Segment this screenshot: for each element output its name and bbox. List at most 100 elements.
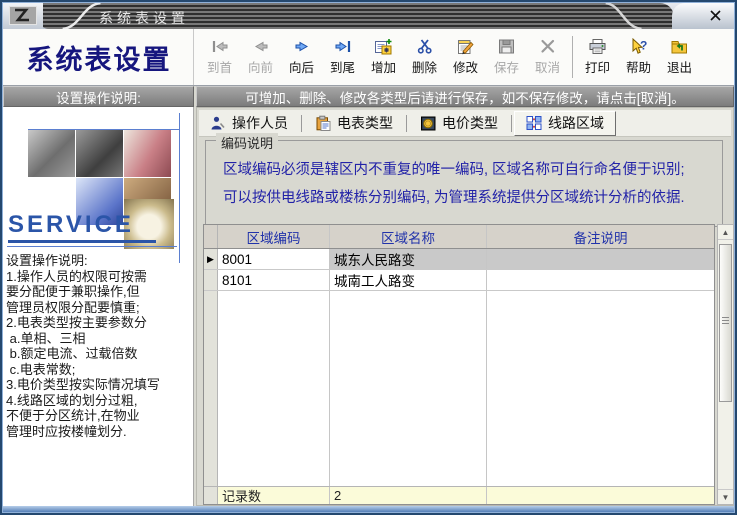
save-hint-message: 可增加、删除、修改各类型后请进行保存，如不保存修改，请点击[取消]。 — [196, 86, 734, 107]
tab-separator — [406, 115, 407, 132]
toolbar-buttons: 到首 向前 向后 到尾 — [199, 30, 700, 84]
instruction-line: b.额定电流、过载倍数 — [6, 346, 194, 362]
coding-note-line: 可以按供电线路或楼栋分别编码, 为管理系统提供分区域统计分析的依据. — [223, 186, 718, 207]
goto-first-button[interactable]: 到首 — [199, 31, 240, 83]
instruction-line: 管理员权限分配要慎重; — [6, 300, 194, 316]
instruction-line: 1.操作人员的权限可按需 — [6, 269, 194, 285]
tab-label: 电价类型 — [442, 113, 498, 133]
record-count-label: 记录数 — [218, 487, 330, 504]
tab-price-type[interactable]: 电价类型 — [409, 111, 509, 136]
coding-note-line: 区域编码必须是辖区内不重复的唯一编码, 区域名称可自行命名便于识别; — [223, 158, 718, 179]
vertical-scrollbar[interactable]: ▲ ▼ — [717, 224, 734, 505]
svg-text:?: ? — [640, 39, 647, 53]
tab-separator — [511, 115, 512, 132]
go-next-icon — [292, 38, 312, 55]
toolbar-button-label: 到首 — [207, 57, 232, 76]
table-header-row: 区域编码 区域名称 备注说明 — [204, 225, 714, 249]
go-next-button[interactable]: 向后 — [281, 31, 322, 83]
tab-label: 操作人员 — [232, 113, 288, 133]
help-icon: ? — [629, 38, 649, 55]
delete-record-icon — [415, 38, 435, 55]
table-row[interactable]: 8101 城南工人路变 — [204, 270, 714, 291]
cell-region-name[interactable]: 城南工人路变 — [330, 270, 487, 290]
service-underline — [8, 240, 156, 243]
photo-tools — [28, 130, 75, 177]
close-icon[interactable] — [709, 9, 722, 22]
groupbox-title: 编码说明 — [216, 133, 278, 152]
tab-operators[interactable]: 操作人员 — [199, 111, 299, 136]
operator-icon — [210, 115, 226, 131]
add-record-button[interactable]: 增加 — [363, 31, 404, 83]
instruction-line: 4.线路区域的划分过粗, — [6, 393, 194, 409]
row-indicator: ▶ — [204, 249, 218, 269]
scrollbar-thumb[interactable] — [719, 244, 732, 402]
edit-record-button[interactable]: 修改 — [445, 31, 486, 83]
save-button[interactable]: 保存 — [486, 31, 527, 83]
sidebar-header: 设置操作说明: — [3, 86, 194, 107]
tab-label: 电表类型 — [337, 113, 393, 133]
title-bar: 系统表设置 — [3, 3, 734, 29]
category-tabs: 操作人员 电表类型 电价类型 — [199, 110, 731, 137]
table-empty-area — [204, 291, 714, 486]
cell-region-note[interactable] — [487, 270, 714, 290]
scrollbar-grip-icon — [722, 317, 729, 325]
column-header-note[interactable]: 备注说明 — [487, 225, 714, 248]
table-footer-row: 记录数 2 — [204, 486, 714, 504]
instruction-line: 设置操作说明: — [6, 253, 194, 269]
tab-separator — [301, 115, 302, 132]
operation-instructions: 设置操作说明: 1.操作人员的权限可按需 要分配便于兼职操作,但 管理员权限分配… — [6, 253, 194, 439]
goto-first-icon — [210, 38, 230, 55]
row-indicator — [204, 270, 218, 290]
edit-record-icon — [456, 38, 476, 55]
decor-line-vertical — [179, 113, 180, 263]
add-record-icon — [374, 38, 394, 55]
current-row-arrow-icon: ▶ — [207, 255, 214, 264]
delete-record-button[interactable]: 删除 — [404, 31, 445, 83]
go-previous-icon — [251, 38, 271, 55]
titlebar-close-plate — [672, 3, 734, 29]
go-previous-button[interactable]: 向前 — [240, 31, 281, 83]
cell-region-code[interactable]: 8101 — [218, 270, 330, 290]
instruction-line: a.单相、三相 — [6, 331, 194, 347]
instruction-line: 3.电价类型按实际情况填写 — [6, 377, 194, 393]
cell-region-name[interactable]: 城东人民路变 — [330, 249, 487, 269]
print-button[interactable]: 打印 — [577, 31, 618, 83]
window-title: 系统表设置 — [99, 8, 189, 28]
meter-type-icon — [315, 115, 331, 131]
column-header-code[interactable]: 区域编码 — [218, 225, 330, 248]
instruction-line: 要分配便于兼职操作,但 — [6, 284, 194, 300]
print-icon — [588, 38, 608, 55]
exit-button[interactable]: 退出 — [659, 31, 700, 83]
scroll-down-button[interactable]: ▼ — [718, 489, 733, 504]
goto-last-button[interactable]: 到尾 — [322, 31, 363, 83]
save-icon — [497, 38, 517, 55]
main-panel: 操作人员 电表类型 电价类型 — [196, 107, 734, 506]
cancel-icon — [538, 38, 558, 55]
toolbar: 系统表设置 到首 向前 向后 — [3, 29, 734, 86]
cancel-button[interactable]: 取消 — [527, 31, 568, 83]
cell-region-code[interactable]: 8001 — [218, 249, 330, 269]
sidebar: SERVICE 设置操作说明: 1.操作人员的权限可按需 要分配便于兼职操作,但… — [3, 107, 194, 506]
decor-line-horizontal-2 — [7, 246, 177, 247]
toolbar-separator — [572, 36, 573, 78]
help-button[interactable]: ? 帮助 — [618, 31, 659, 83]
window-bottom-edge — [3, 506, 734, 512]
row-indicator-header — [204, 225, 218, 248]
line-region-icon — [526, 115, 542, 131]
region-table: 区域编码 区域名称 备注说明 ▶ 8001 城东人民路变 8101 城南工人路变 — [203, 224, 715, 505]
row-indicator-empty — [204, 291, 218, 486]
scroll-up-button[interactable]: ▲ — [718, 225, 733, 240]
tab-meter-type[interactable]: 电表类型 — [304, 111, 404, 136]
cell-region-note[interactable] — [487, 249, 714, 269]
goto-last-icon — [333, 38, 353, 55]
service-wordmark: SERVICE — [8, 211, 134, 239]
instruction-line: 2.电表类型按主要参数分 — [6, 315, 194, 331]
price-type-icon — [420, 115, 436, 131]
tab-line-region[interactable]: 线路区域 — [514, 111, 616, 136]
column-header-name[interactable]: 区域名称 — [330, 225, 487, 248]
instruction-line: c.电表常数; — [6, 362, 194, 378]
table-row[interactable]: ▶ 8001 城东人民路变 — [204, 249, 714, 270]
instruction-line: 不便于分区统计,在物业 — [6, 408, 194, 424]
app-logo-icon — [9, 6, 37, 25]
instruction-line: 管理时应按楼幢划分. — [6, 424, 194, 440]
